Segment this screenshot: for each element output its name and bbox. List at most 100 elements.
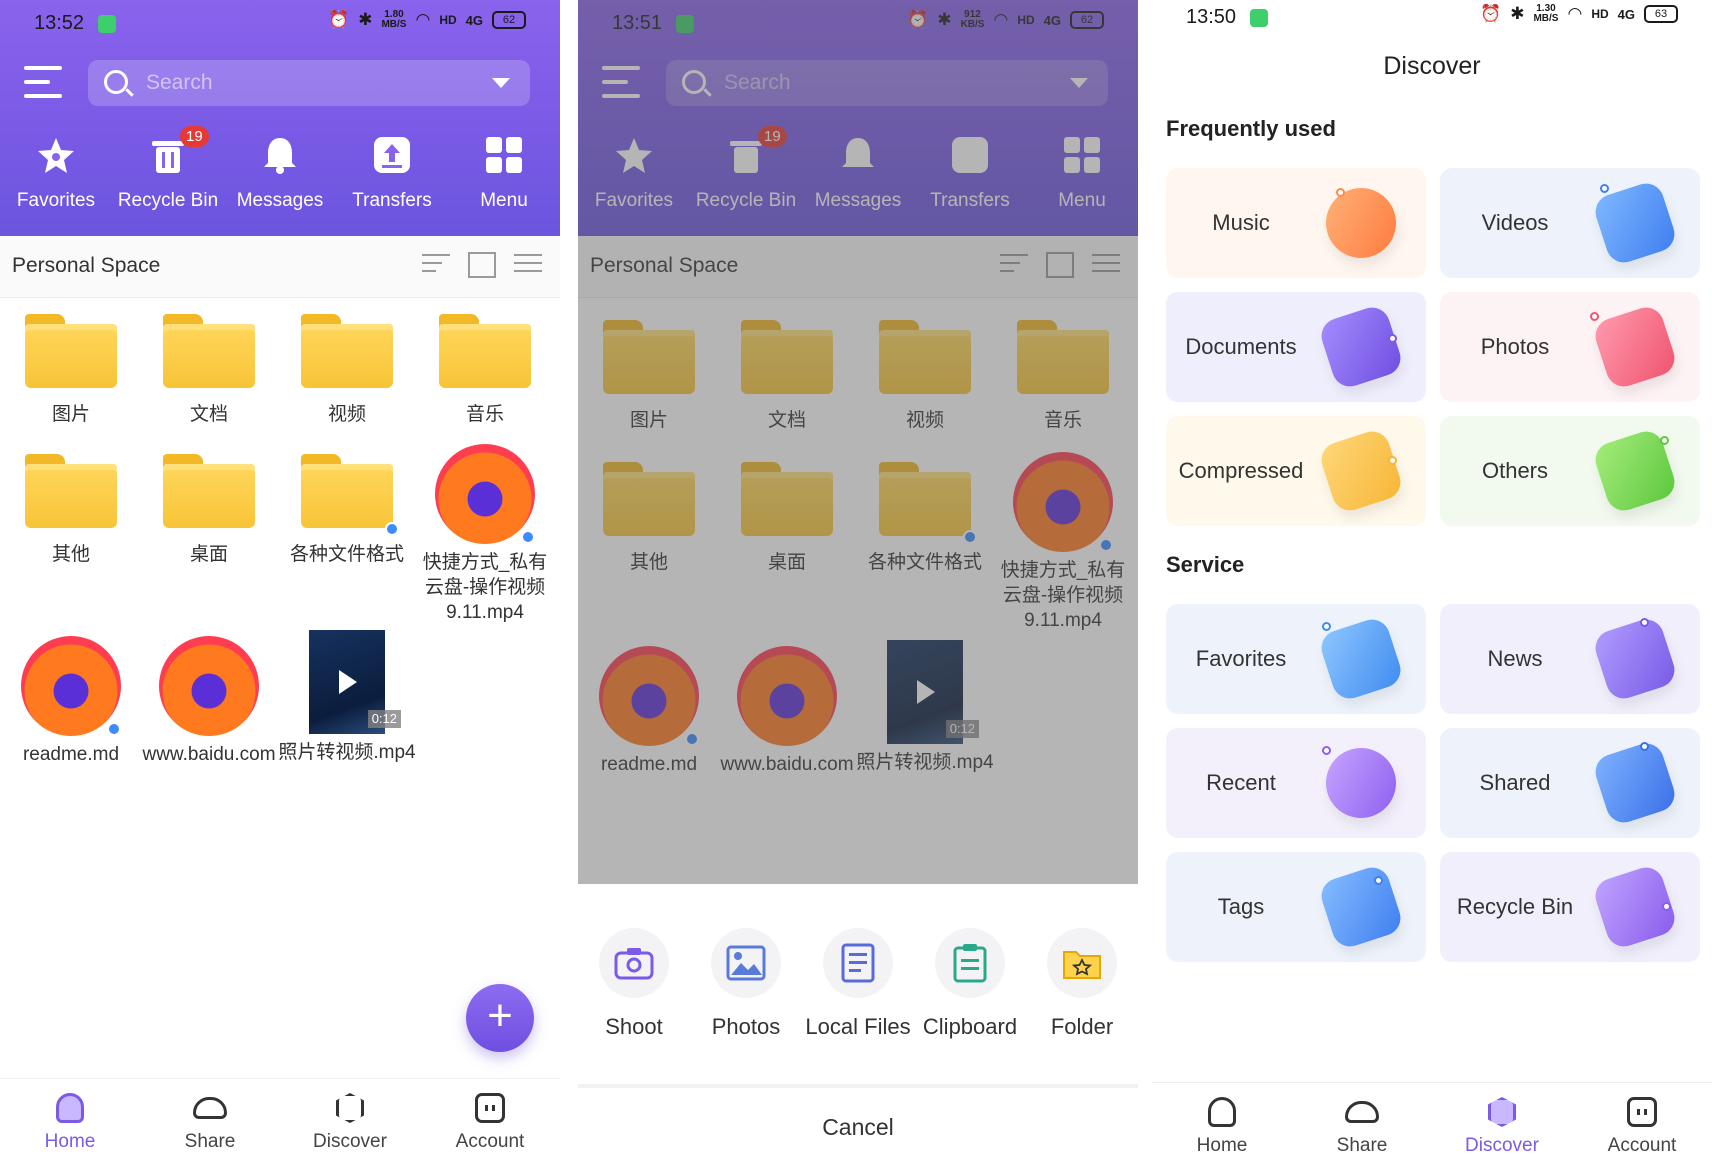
folder-item[interactable]: 文档 (140, 314, 278, 427)
card-label: Videos (1481, 210, 1549, 235)
alarm-icon: ⏰ (328, 10, 350, 29)
hamburger-menu-icon[interactable] (24, 66, 62, 98)
quick-label: Messages (236, 190, 324, 211)
file-name: 视频 (327, 404, 366, 425)
action-label: Photos (711, 1014, 781, 1039)
folder-icon (439, 314, 531, 388)
folder-item[interactable]: 视频 (278, 314, 416, 427)
home-icon (1208, 1097, 1236, 1127)
nav-share[interactable]: Share (140, 1079, 280, 1168)
nav-home[interactable]: Home (0, 1079, 140, 1168)
tag-icon (1316, 862, 1406, 952)
action-label: Shoot (605, 1014, 663, 1039)
card-label: Photos (1480, 334, 1550, 359)
add-button[interactable]: + (466, 984, 534, 1052)
quick-favorites[interactable]: Favorites (0, 132, 112, 232)
file-item[interactable]: readme.md (2, 636, 140, 767)
folder-icon (163, 454, 255, 528)
card-tags[interactable]: Tags (1166, 852, 1426, 962)
action-photos[interactable]: Photos (690, 928, 802, 1040)
file-name: readme.md (22, 744, 120, 765)
file-browser-screen: 13:52 ⏰ ✱ 1.80MB/S ◠ HD 4G 62 Favorites … (0, 0, 560, 1176)
card-others[interactable]: Others (1440, 416, 1700, 526)
wifi-icon: ◠ (415, 10, 431, 29)
quick-messages[interactable]: Messages (224, 132, 336, 232)
action-shoot[interactable]: Shoot (578, 928, 690, 1040)
card-videos[interactable]: Videos (1440, 168, 1700, 278)
bell-icon (264, 138, 296, 174)
list-view-icon[interactable] (514, 252, 542, 278)
nav-label: Share (1336, 1135, 1388, 1156)
action-local-files[interactable]: Local Files (802, 928, 914, 1040)
card-favorites[interactable]: Favorites (1166, 604, 1426, 714)
card-documents[interactable]: Documents (1166, 292, 1426, 402)
page-title: Discover (1383, 52, 1481, 80)
nav-label: Share (184, 1131, 236, 1152)
dim-overlay[interactable] (578, 0, 1138, 884)
action-clipboard[interactable]: Clipboard (914, 928, 1026, 1040)
card-recent[interactable]: Recent (1166, 728, 1426, 838)
video-item[interactable]: 0:12 照片转视频.mp4 (278, 630, 416, 765)
bottom-nav: Home Share Discover Account (0, 1078, 560, 1168)
nav-discover[interactable]: Discover (280, 1079, 420, 1168)
nav-label: Discover (1465, 1135, 1539, 1156)
chevron-down-icon[interactable] (492, 78, 510, 88)
file-name: 其他 (51, 544, 90, 565)
sort-icon[interactable] (422, 252, 450, 278)
link-badge-icon (107, 722, 121, 736)
search-bar[interactable] (88, 60, 530, 106)
nav-account[interactable]: Account (1572, 1083, 1712, 1172)
file-name: www.baidu.com (142, 744, 276, 765)
file-item[interactable]: www.baidu.com (140, 636, 278, 767)
hd-badge: HD (1591, 7, 1609, 21)
folder-item[interactable]: 音乐 (416, 314, 554, 427)
shortcut-item[interactable]: 快捷方式_私有云盘-操作视频9.11.mp4 (416, 444, 554, 625)
card-shared[interactable]: Shared (1440, 728, 1700, 838)
signal-label: 4G (465, 12, 483, 28)
status-time: 13:50 (1186, 6, 1237, 28)
card-recycle-bin[interactable]: Recycle Bin (1440, 852, 1700, 962)
quick-label: Transfers (352, 190, 432, 211)
search-icon (104, 70, 128, 94)
card-label: Favorites (1195, 646, 1287, 671)
nav-label: Discover (313, 1131, 387, 1152)
nav-account[interactable]: Account (420, 1079, 560, 1168)
folder-item[interactable]: 其他 (2, 454, 140, 567)
grid-view-icon[interactable] (468, 252, 496, 278)
folder-icon (25, 314, 117, 388)
card-music[interactable]: Music (1166, 168, 1426, 278)
account-icon (1627, 1097, 1657, 1127)
card-news[interactable]: News (1440, 604, 1700, 714)
folder-icon (163, 314, 255, 388)
quick-transfers[interactable]: Transfers (336, 132, 448, 232)
action-folder[interactable]: Folder (1026, 928, 1138, 1040)
folder-item[interactable]: 桌面 (140, 454, 278, 567)
firefox-icon (159, 636, 259, 736)
net-speed: 1.30 MB/S (1533, 3, 1559, 24)
new-folder-icon (1063, 951, 1101, 979)
card-label: Recent (1206, 770, 1276, 795)
file-name: 图片 (51, 404, 90, 425)
card-label: Compressed (1178, 458, 1304, 483)
document-icon (841, 943, 875, 983)
card-photos[interactable]: Photos (1440, 292, 1700, 402)
nav-home[interactable]: Home (1152, 1083, 1292, 1172)
card-label: Recycle Bin (1456, 894, 1574, 919)
card-label: Shared (1479, 770, 1551, 795)
folder-item[interactable]: 各种文件格式 (278, 454, 416, 567)
bluetooth-icon: ✱ (358, 10, 373, 29)
folder-item[interactable]: 图片 (2, 314, 140, 427)
card-label: Music (1212, 210, 1270, 235)
nav-share[interactable]: Share (1292, 1083, 1432, 1172)
nav-discover[interactable]: Discover (1432, 1083, 1572, 1172)
grid-menu-icon (486, 137, 522, 173)
status-bar: 13:52 ⏰ ✱ 1.80 MB/S ◠ HD 4G 62 (0, 0, 560, 46)
quick-recycle-bin[interactable]: 19 Recycle Bin (112, 126, 224, 232)
card-compressed[interactable]: Compressed (1166, 416, 1426, 526)
file-name: 桌面 (189, 544, 228, 565)
quick-label: Recycle Bin (117, 190, 219, 211)
search-input[interactable] (146, 68, 446, 98)
quick-menu[interactable]: Menu (448, 132, 560, 232)
cancel-button[interactable]: Cancel (578, 1114, 1138, 1141)
discover-screen: 13:50 ⏰ ✱ 1.30 MB/S ◠ HD 4G 63 Discover F… (1152, 0, 1712, 1176)
